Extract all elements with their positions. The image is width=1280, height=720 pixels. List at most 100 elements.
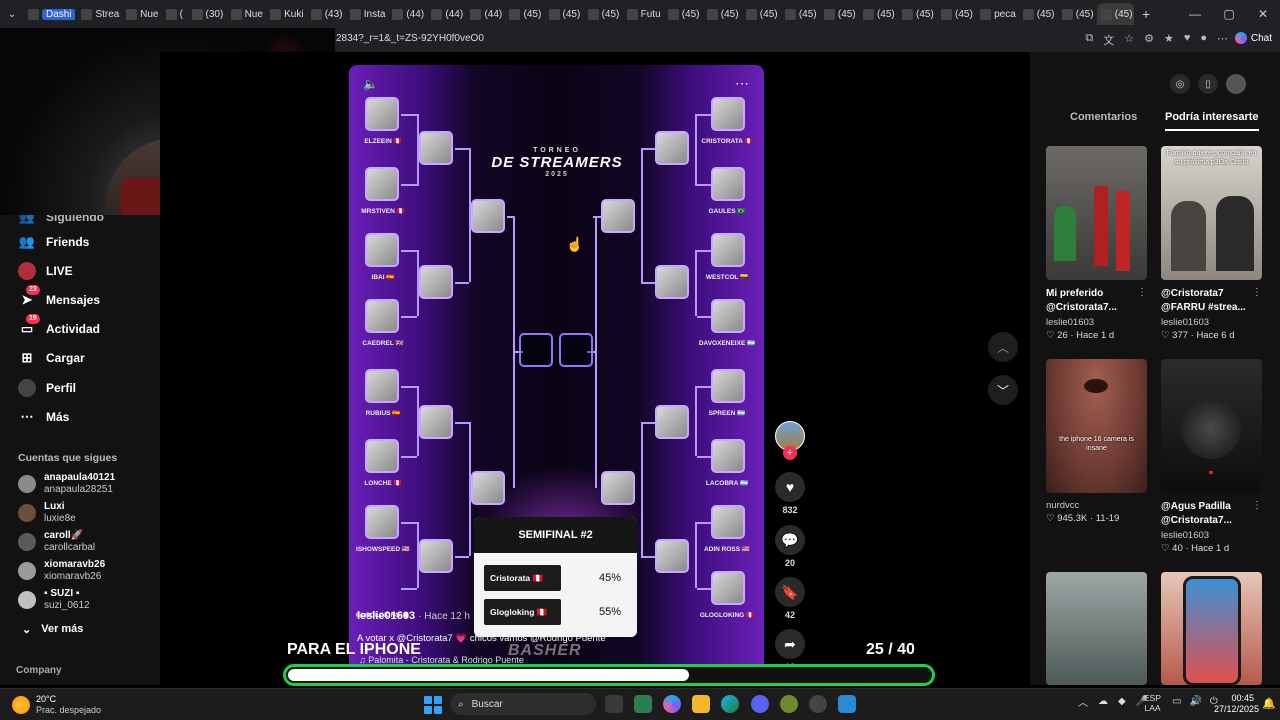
recommended-video-card[interactable]: @Agus Padilla @Cristorata7... leslie0160… <box>1161 359 1262 554</box>
card-title[interactable]: @Cristorata7 @FARRU #strea... <box>1161 287 1262 315</box>
browser-tab[interactable]: (45) <box>742 3 779 25</box>
browser-tab[interactable]: (45) <box>898 3 935 25</box>
app-icon[interactable] <box>809 695 827 713</box>
discord-icon[interactable] <box>751 695 769 713</box>
browser-tab[interactable]: (45) <box>545 3 582 25</box>
app-icon[interactable] <box>780 695 798 713</box>
weather-widget[interactable]: 20°C Prac. despejado <box>12 694 101 716</box>
video-more-icon[interactable]: ⋯ <box>735 75 749 92</box>
card-user[interactable]: leslie01603 <box>1046 317 1147 328</box>
save-button[interactable]: 🔖 42 <box>774 577 806 620</box>
browser-tab[interactable]: (45) <box>781 3 818 25</box>
see-more-button[interactable]: ⌄ Ver más <box>22 623 83 636</box>
start-button[interactable] <box>424 696 442 714</box>
copilot-chat-button[interactable]: Chat <box>1234 32 1272 44</box>
video-player[interactable]: 🔈 ⋯ TORNEO DE STREAMERS 2025 ELZEEIN 🇵🇪 M… <box>349 65 764 677</box>
followed-account[interactable]: ▪ SUZI ▪ suzi_0612 <box>18 588 90 612</box>
author-name[interactable]: leslie01603 <box>357 610 415 622</box>
browser-tab[interactable]: (44) <box>388 3 425 25</box>
followed-account[interactable]: anapaula40121 anapaula28251 <box>18 472 115 496</box>
browser-tab[interactable]: (45) <box>505 3 542 25</box>
comment-button[interactable]: 💬 20 <box>774 525 806 568</box>
followed-account[interactable]: caroll🚀 carollcarbal <box>18 530 95 554</box>
edge-icon[interactable] <box>721 695 739 713</box>
recommended-video-card[interactable]: Farruko quiere acompaña en su próxima p3… <box>1161 146 1262 341</box>
maximize-icon[interactable]: ▢ <box>1212 0 1246 28</box>
browser-tab[interactable]: (45) <box>1096 3 1134 25</box>
card-title[interactable]: @Agus Padilla @Cristorata7... <box>1161 500 1262 528</box>
recommended-video-card[interactable] <box>1161 572 1262 685</box>
url-field[interactable]: 2834?_r=1&_t=ZS-92YH0f0veO0 <box>336 33 484 44</box>
open-in-app-icon[interactable]: ⧉ <box>1085 32 1093 48</box>
browser-tab[interactable]: Insta <box>346 3 387 25</box>
browser-tab[interactable]: Dashi <box>24 3 76 25</box>
browser-tab[interactable]: (45) <box>664 3 701 25</box>
browser-tab[interactable]: ( <box>162 3 186 25</box>
sidebar-item-activity[interactable]: ▭ 19 Actividad <box>18 314 100 338</box>
profile-icon[interactable]: ● <box>1200 32 1207 48</box>
browser-tab[interactable]: Strea <box>77 3 120 25</box>
coin-icon[interactable]: ◎ <box>1170 74 1190 94</box>
like-button[interactable]: ♥ 832 <box>774 472 806 515</box>
volume-icon[interactable]: 🔈 <box>363 77 378 91</box>
tab-menu-chevron-icon[interactable]: ⌄ <box>0 9 24 20</box>
tab-recommended[interactable]: Podría interesarte <box>1165 111 1259 131</box>
card-more-icon[interactable]: ⋮ <box>1137 287 1147 298</box>
browser-tab[interactable]: (45) <box>859 3 896 25</box>
video-thumbnail[interactable] <box>1046 146 1147 280</box>
taskbar-search[interactable]: ⌕ Buscar <box>450 693 596 715</box>
followed-account[interactable]: xiomaravb26 xiomaravb26 <box>18 559 105 583</box>
card-title[interactable]: Mi preferido @Cristorata7... <box>1046 287 1147 315</box>
recommended-video-card[interactable]: the iphone 16 camera is insane nurdvcc ♡… <box>1046 359 1147 524</box>
video-thumbnail[interactable] <box>1161 359 1262 493</box>
video-author[interactable]: leslie01603 · Hace 12 h <box>357 610 470 622</box>
browser-tab[interactable]: (44) <box>427 3 464 25</box>
app-tray-icon[interactable]: ◆ <box>1118 696 1126 707</box>
onedrive-icon[interactable]: ☁ <box>1098 696 1108 707</box>
new-tab-button[interactable]: + <box>1142 6 1150 22</box>
previous-video-button[interactable]: ︿ <box>988 332 1018 362</box>
browser-tab[interactable]: Kuki <box>266 3 305 25</box>
next-video-button[interactable]: ﹀ <box>988 375 1018 405</box>
card-user[interactable]: leslie01603 <box>1161 317 1262 328</box>
app-icon[interactable] <box>838 695 856 713</box>
sidebar-item-more[interactable]: ⋯ Más <box>18 408 70 426</box>
favorite-star-icon[interactable]: ☆ <box>1124 32 1134 48</box>
file-explorer-icon[interactable] <box>692 695 710 713</box>
sidebar-item-upload[interactable]: ⊞ Cargar <box>18 349 85 367</box>
video-thumbnail[interactable] <box>1161 572 1262 685</box>
video-thumbnail[interactable]: Farruko quiere acompaña en su próxima p3… <box>1161 146 1262 280</box>
sidebar-item-live[interactable]: LIVE <box>18 262 73 280</box>
phone-icon[interactable]: ▯ <box>1198 74 1218 94</box>
display-icon[interactable]: ▭ <box>1172 696 1181 707</box>
browser-tab[interactable]: (45) <box>820 3 857 25</box>
card-user[interactable]: leslie01603 <box>1161 530 1262 541</box>
collections-icon[interactable]: ♥ <box>1184 32 1191 48</box>
followed-account[interactable]: Luxi luxie8e <box>18 501 76 525</box>
notifications-icon[interactable]: 🔔 <box>1262 697 1276 710</box>
browser-tab[interactable]: (30) <box>188 3 225 25</box>
translate-icon[interactable]: 文 <box>1103 32 1114 48</box>
card-user[interactable]: nurdvcc <box>1046 500 1147 511</box>
browser-tab[interactable]: (45) <box>703 3 740 25</box>
settings-more-icon[interactable]: ⋯ <box>1217 32 1228 48</box>
browser-tab[interactable]: (43) <box>307 3 344 25</box>
browser-tab[interactable]: (45) <box>1019 3 1056 25</box>
browser-tab[interactable]: (45) <box>937 3 974 25</box>
extensions-icon[interactable]: ⚙ <box>1144 32 1154 48</box>
speaker-icon[interactable]: 🔊 <box>1189 696 1201 707</box>
company-link[interactable]: Company <box>16 665 62 676</box>
favorites-icon[interactable]: ★ <box>1164 32 1174 48</box>
browser-tab[interactable]: Nue <box>122 3 160 25</box>
video-thumbnail[interactable]: the iphone 16 camera is insane <box>1046 359 1147 493</box>
sidebar-item-messages[interactable]: ➤ 23 Mensajes <box>18 285 100 309</box>
widgets-icon[interactable] <box>634 695 652 713</box>
recommended-video-card[interactable]: Mi preferido @Cristorata7... leslie01603… <box>1046 146 1147 341</box>
browser-tab[interactable]: Futu <box>623 3 662 25</box>
browser-tab[interactable]: (45) <box>1058 3 1095 25</box>
sidebar-item-friends[interactable]: 👥 Friends <box>18 233 89 251</box>
follow-plus-icon[interactable]: + <box>783 446 797 460</box>
card-more-icon[interactable]: ⋮ <box>1252 287 1262 298</box>
tab-comments[interactable]: Comentarios <box>1070 111 1137 123</box>
tray-chevron-up-icon[interactable]: ︿ <box>1078 694 1088 709</box>
